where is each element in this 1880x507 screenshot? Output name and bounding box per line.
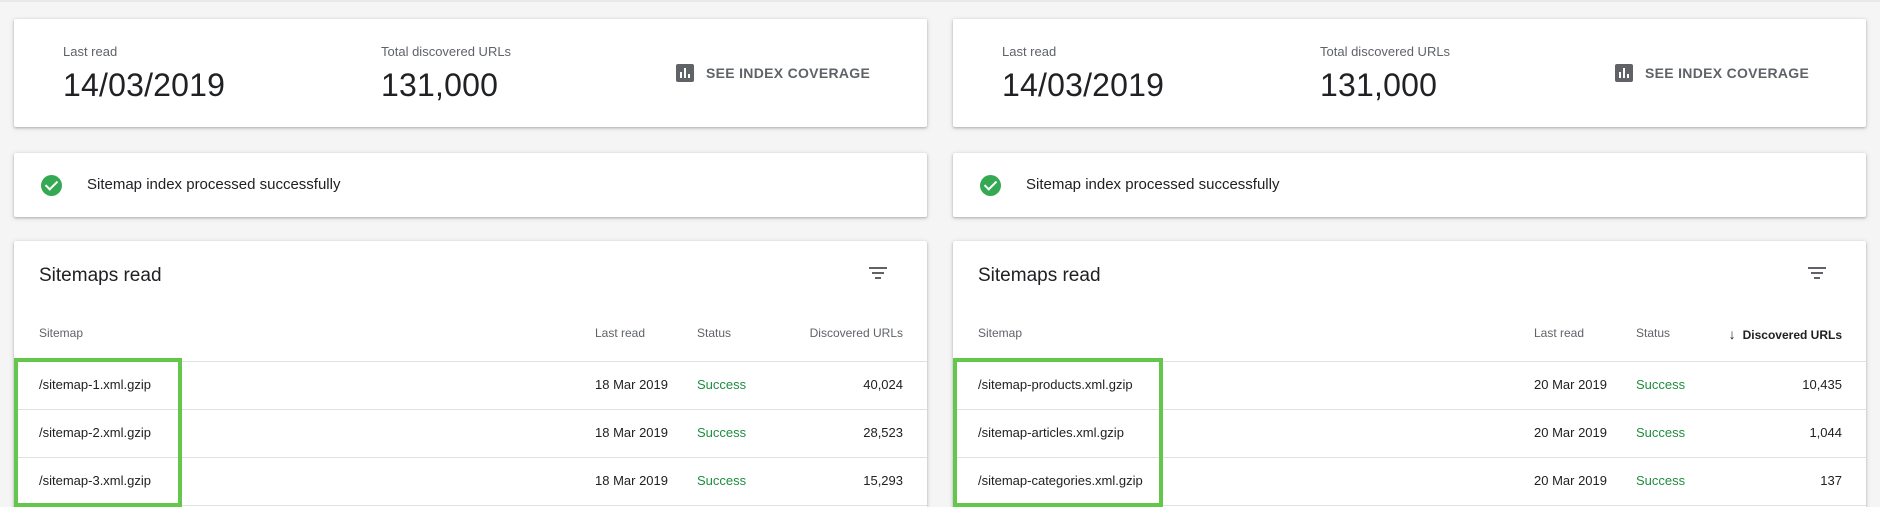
column-header-status[interactable]: Status (697, 326, 731, 340)
column-header-discovered-urls[interactable]: Discovered URLs (810, 326, 903, 340)
column-header-discovered-urls-label: Discovered URLs (1742, 328, 1842, 342)
total-urls-value: 131,000 (1320, 67, 1438, 103)
status-value: Success (1636, 425, 1686, 440)
summary-card: Last read 14/03/2019 Total discovered UR… (953, 19, 1866, 127)
column-header-last-read[interactable]: Last read (1534, 326, 1584, 340)
see-index-coverage-label: SEE INDEX COVERAGE (1645, 65, 1810, 81)
status-card: Sitemap index processed successfully (953, 153, 1866, 217)
column-header-discovered-urls-label: Discovered URLs (809, 326, 903, 340)
table-row[interactable]: /sitemap-articles.xml.gzip 20 Mar 2019 S… (953, 410, 1866, 458)
table-row[interactable]: /sitemap-2.xml.gzip 18 Mar 2019 Success … (14, 410, 927, 458)
bar-chart-icon (676, 64, 694, 82)
sitemap-path: /sitemap-2.xml.gzip (39, 425, 151, 440)
last-read-value: 14/03/2019 (63, 67, 226, 103)
sitemap-path: /sitemap-3.xml.gzip (39, 473, 151, 488)
last-read-date: 20 Mar 2019 (1534, 377, 1607, 392)
summary-card: Last read 14/03/2019 Total discovered UR… (14, 19, 927, 127)
sitemap-panel-left: Last read 14/03/2019 Total discovered UR… (14, 0, 927, 507)
sitemaps-table-card: Sitemaps read Sitemap Last read Status ↓… (953, 241, 1866, 507)
column-header-sitemap[interactable]: Sitemap (978, 326, 1022, 340)
discovered-urls-count: 1,044 (1809, 425, 1842, 440)
sitemap-path: /sitemap-1.xml.gzip (39, 377, 151, 392)
total-urls-label: Total discovered URLs (1320, 44, 1451, 59)
table-row[interactable]: /sitemap-categories.xml.gzip 20 Mar 2019… (953, 458, 1866, 506)
sitemap-path: /sitemap-products.xml.gzip (978, 377, 1133, 392)
last-read-date: 18 Mar 2019 (595, 473, 668, 488)
last-read-value: 14/03/2019 (1002, 67, 1165, 103)
sitemap-panel-right: Last read 14/03/2019 Total discovered UR… (953, 0, 1866, 507)
last-read-date: 20 Mar 2019 (1534, 425, 1607, 440)
status-message: Sitemap index processed successfully (87, 176, 341, 193)
discovered-urls-count: 10,435 (1802, 377, 1842, 392)
column-header-status[interactable]: Status (1636, 326, 1670, 340)
last-read-label: Last read (63, 44, 118, 59)
sitemap-path: /sitemap-categories.xml.gzip (978, 473, 1143, 488)
status-value: Success (697, 377, 747, 392)
table-row[interactable]: /sitemap-1.xml.gzip 18 Mar 2019 Success … (14, 362, 927, 410)
last-read-stat: Last read 14/03/2019 (63, 44, 225, 104)
last-read-date: 20 Mar 2019 (1534, 473, 1607, 488)
table-title: Sitemaps read (978, 265, 1101, 286)
last-read-date: 18 Mar 2019 (595, 425, 668, 440)
total-urls-value: 131,000 (381, 67, 499, 103)
see-index-coverage-label: SEE INDEX COVERAGE (706, 65, 871, 81)
status-value: Success (697, 473, 747, 488)
total-urls-label: Total discovered URLs (381, 44, 512, 59)
sitemaps-table-card: Sitemaps read Sitemap Last read Status D… (14, 241, 927, 507)
check-circle-icon (980, 175, 1001, 196)
last-read-stat: Last read 14/03/2019 (1002, 44, 1164, 104)
filter-icon[interactable] (1807, 266, 1827, 282)
total-urls-stat: Total discovered URLs 131,000 (1320, 44, 1450, 104)
table-row[interactable]: /sitemap-products.xml.gzip 20 Mar 2019 S… (953, 362, 1866, 410)
discovered-urls-count: 28,523 (863, 425, 903, 440)
filter-icon[interactable] (868, 266, 888, 282)
last-read-date: 18 Mar 2019 (595, 377, 668, 392)
column-header-last-read[interactable]: Last read (595, 326, 645, 340)
discovered-urls-count: 40,024 (863, 377, 903, 392)
status-value: Success (1636, 473, 1686, 488)
column-header-sitemap[interactable]: Sitemap (39, 326, 83, 340)
bar-chart-icon (1615, 64, 1633, 82)
sitemap-path: /sitemap-articles.xml.gzip (978, 425, 1124, 440)
status-card: Sitemap index processed successfully (14, 153, 927, 217)
last-read-label: Last read (1002, 44, 1057, 59)
table-title: Sitemaps read (39, 265, 162, 286)
status-value: Success (1636, 377, 1686, 392)
check-circle-icon (41, 175, 62, 196)
column-header-discovered-urls[interactable]: ↓ Discovered URLs (1729, 326, 1842, 342)
table-row[interactable]: /sitemap-3.xml.gzip 18 Mar 2019 Success … (14, 458, 927, 506)
status-message: Sitemap index processed successfully (1026, 176, 1280, 193)
discovered-urls-count: 15,293 (863, 473, 903, 488)
see-index-coverage-button[interactable]: SEE INDEX COVERAGE (1615, 64, 1809, 82)
sort-descending-icon: ↓ (1728, 326, 1736, 342)
see-index-coverage-button[interactable]: SEE INDEX COVERAGE (676, 64, 870, 82)
status-value: Success (697, 425, 747, 440)
discovered-urls-count: 137 (1820, 473, 1842, 488)
total-urls-stat: Total discovered URLs 131,000 (381, 44, 511, 104)
